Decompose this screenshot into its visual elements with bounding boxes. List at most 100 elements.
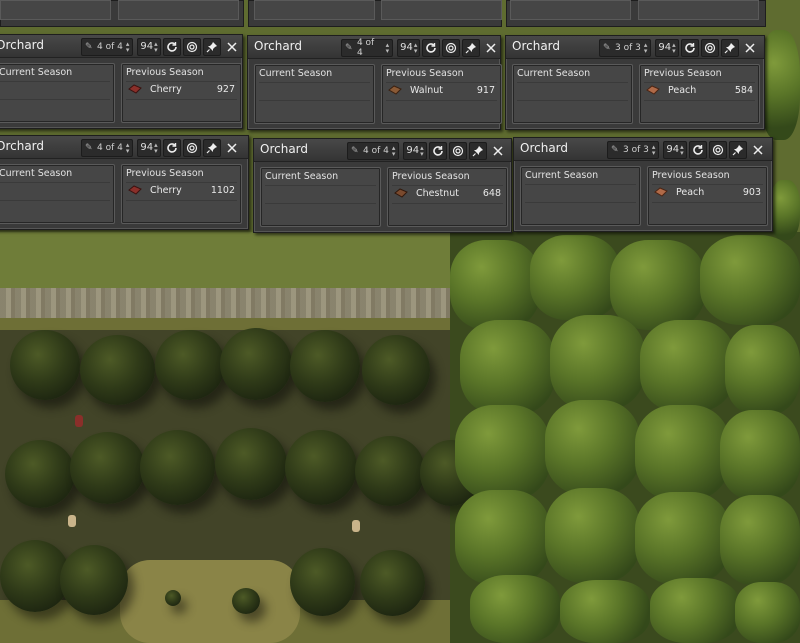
workers-spinner-icon[interactable]: ▴ ▾ (652, 144, 656, 157)
close-icon[interactable] (749, 141, 767, 159)
target-icon[interactable] (700, 39, 719, 57)
pine-tree[interactable] (450, 240, 540, 330)
workers-spinner-icon[interactable]: ▴ ▾ (126, 142, 130, 155)
pine-tree[interactable] (770, 180, 800, 240)
panel-header[interactable]: Orchard ✎ 4 of 4 ▴ ▾ 94 ▴ ▾ (0, 35, 242, 58)
pine-tree[interactable] (760, 30, 800, 140)
pine-tree[interactable] (550, 315, 645, 410)
target-icon[interactable] (708, 141, 727, 159)
orchard-tree[interactable] (215, 428, 287, 500)
workers-spinner-icon[interactable]: ▴ ▾ (644, 42, 648, 55)
pin-icon[interactable] (202, 38, 221, 56)
orchard-tree[interactable] (60, 545, 128, 615)
orchard-tree[interactable] (290, 330, 360, 402)
pine-tree[interactable] (650, 578, 740, 643)
workers-field[interactable]: ✎ 4 of 4 ▴ ▾ (81, 139, 134, 157)
orchard-tree[interactable] (285, 430, 357, 505)
villager[interactable] (75, 415, 83, 427)
workers-field[interactable]: ✎ 4 of 4 ▴ ▾ (347, 142, 400, 160)
workers-spinner-icon[interactable]: ▴ ▾ (386, 42, 390, 55)
priority-field[interactable]: 94 ▴ ▾ (397, 39, 421, 57)
orchard-panel[interactable]: Orchard ✎ 3 of 3 ▴ ▾ 94 ▴ ▾ Current Season… (505, 35, 765, 130)
orchard-tree[interactable] (220, 328, 292, 400)
pin-icon[interactable] (728, 141, 747, 159)
refresh-icon[interactable] (428, 142, 447, 160)
orchard-tree[interactable] (165, 590, 181, 606)
target-icon[interactable] (442, 39, 461, 57)
workers-field[interactable]: ✎ 3 of 3 ▴ ▾ (607, 141, 660, 159)
orchard-tree[interactable] (362, 335, 430, 405)
pine-tree[interactable] (720, 495, 800, 585)
panel-header[interactable]: Orchard ✎ 4 of 4 ▴ ▾ 94 ▴ ▾ (0, 136, 248, 159)
pine-tree[interactable] (735, 582, 800, 643)
workers-field[interactable]: ✎ 4 of 4 ▴ ▾ (81, 38, 134, 56)
pin-icon[interactable] (202, 139, 221, 157)
pine-tree[interactable] (460, 320, 555, 415)
close-icon[interactable] (741, 39, 759, 57)
orchard-tree[interactable] (70, 432, 145, 504)
close-icon[interactable] (489, 142, 507, 160)
close-icon[interactable] (223, 38, 241, 56)
panel-header[interactable]: Orchard ✎ 3 of 3 ▴ ▾ 94 ▴ ▾ (514, 138, 772, 161)
orchard-tree[interactable] (5, 440, 75, 508)
pin-icon[interactable] (468, 142, 487, 160)
pine-tree[interactable] (455, 405, 550, 500)
orchard-tree[interactable] (360, 550, 425, 616)
orchard-tree[interactable] (290, 548, 355, 616)
pine-tree[interactable] (700, 235, 800, 325)
priority-field[interactable]: 94 ▴ ▾ (655, 39, 679, 57)
priority-spinner-icon[interactable]: ▴ ▾ (672, 42, 676, 55)
orchard-panel[interactable]: Orchard ✎ 4 of 4 ▴ ▾ 94 ▴ ▾ Current Season… (0, 135, 249, 230)
pine-tree[interactable] (545, 488, 640, 583)
refresh-icon[interactable] (688, 141, 707, 159)
orchard-tree[interactable] (232, 588, 260, 614)
orchard-panel[interactable]: Orchard ✎ 4 of 4 ▴ ▾ 94 ▴ ▾ Current Season… (253, 138, 512, 233)
workers-spinner-icon[interactable]: ▴ ▾ (126, 41, 130, 54)
workers-field[interactable]: ✎ 4 of 4 ▴ ▾ (341, 38, 394, 58)
orchard-tree[interactable] (355, 436, 425, 506)
villager[interactable] (352, 520, 360, 532)
workers-field[interactable]: ✎ 3 of 3 ▴ ▾ (599, 39, 652, 57)
pine-tree[interactable] (610, 240, 705, 330)
close-icon[interactable] (482, 39, 500, 57)
refresh-icon[interactable] (422, 39, 441, 57)
priority-field[interactable]: 94 ▴ ▾ (137, 139, 161, 157)
priority-spinner-icon[interactable]: ▴ ▾ (414, 42, 418, 55)
pine-tree[interactable] (545, 400, 640, 495)
priority-spinner-icon[interactable]: ▴ ▾ (154, 142, 158, 155)
priority-field[interactable]: 94 ▴ ▾ (137, 38, 161, 56)
pine-tree[interactable] (560, 580, 650, 643)
priority-field[interactable]: 94 ▴ ▾ (663, 141, 687, 159)
pine-tree[interactable] (455, 490, 550, 585)
refresh-icon[interactable] (680, 39, 699, 57)
orchard-panel[interactable]: Orchard ✎ 3 of 3 ▴ ▾ 94 ▴ ▾ Current Season… (513, 137, 773, 232)
pine-tree[interactable] (725, 325, 800, 415)
panel-header[interactable]: Orchard ✎ 4 of 4 ▴ ▾ 94 ▴ ▾ (248, 36, 500, 59)
pine-tree[interactable] (470, 575, 560, 643)
panel-header[interactable]: Orchard ✎ 3 of 3 ▴ ▾ 94 ▴ ▾ (506, 36, 764, 59)
pine-tree[interactable] (720, 410, 800, 500)
priority-spinner-icon[interactable]: ▴ ▾ (680, 144, 684, 157)
refresh-icon[interactable] (162, 38, 181, 56)
orchard-panel[interactable]: Orchard ✎ 4 of 4 ▴ ▾ 94 ▴ ▾ Current Season… (247, 35, 502, 130)
orchard-tree[interactable] (10, 330, 80, 400)
panel-header[interactable]: Orchard ✎ 4 of 4 ▴ ▾ 94 ▴ ▾ (254, 139, 511, 162)
priority-spinner-icon[interactable]: ▴ ▾ (420, 145, 424, 158)
villager[interactable] (68, 515, 76, 527)
orchard-panel[interactable]: Orchard ✎ 4 of 4 ▴ ▾ 94 ▴ ▾ Current Season… (0, 34, 243, 129)
close-icon[interactable] (223, 139, 241, 157)
workers-spinner-icon[interactable]: ▴ ▾ (392, 145, 396, 158)
pine-tree[interactable] (640, 320, 735, 412)
orchard-tree[interactable] (80, 335, 155, 405)
pin-icon[interactable] (720, 39, 739, 57)
orchard-tree[interactable] (140, 430, 215, 505)
refresh-icon[interactable] (162, 139, 181, 157)
pine-tree[interactable] (635, 492, 730, 584)
pine-tree[interactable] (635, 405, 730, 500)
priority-spinner-icon[interactable]: ▴ ▾ (154, 41, 158, 54)
target-icon[interactable] (448, 142, 467, 160)
target-icon[interactable] (182, 139, 201, 157)
pine-tree[interactable] (530, 235, 620, 320)
pin-icon[interactable] (462, 39, 481, 57)
target-icon[interactable] (182, 38, 201, 56)
